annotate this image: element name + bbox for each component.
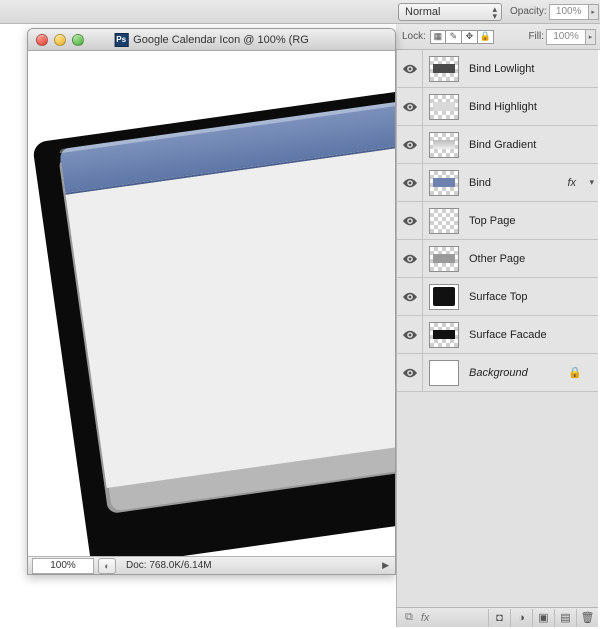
visibility-toggle[interactable] xyxy=(397,164,423,201)
lock-label: Lock: xyxy=(402,31,426,42)
layer-row[interactable]: Bind Gradient xyxy=(397,126,598,164)
fx-icon[interactable]: fx xyxy=(421,612,430,624)
add-mask-button[interactable]: ◘ xyxy=(488,609,510,627)
chevron-down-icon[interactable]: ▾ xyxy=(589,177,594,188)
zoom-field[interactable]: 100% xyxy=(32,558,94,574)
layer-name[interactable]: Bind Lowlight xyxy=(469,63,534,75)
layers-lock-bar: Lock: ▦ ✎ ✥ 🔒 Fill: 100% ▸ xyxy=(396,24,600,50)
layer-thumbnail[interactable] xyxy=(429,132,459,158)
visibility-toggle[interactable] xyxy=(397,50,423,87)
layer-name[interactable]: Surface Facade xyxy=(469,329,547,341)
fill-field[interactable]: 100% xyxy=(546,29,586,45)
layer-row[interactable]: Surface Top xyxy=(397,278,598,316)
layer-row[interactable]: Other Page xyxy=(397,240,598,278)
layer-name[interactable]: Bind Gradient xyxy=(469,139,536,151)
delete-layer-button[interactable]: 🗑 xyxy=(576,609,598,627)
artwork xyxy=(32,82,395,556)
layer-thumbnail[interactable] xyxy=(429,56,459,82)
new-layer-button[interactable]: ▤ xyxy=(554,609,576,627)
visibility-toggle[interactable] xyxy=(397,88,423,125)
document-status-bar: 100% ◐ Doc: 768.0K/6.14M ▶ xyxy=(28,556,395,574)
layer-fx-badge[interactable]: fx xyxy=(567,177,576,189)
status-disclosure-icon[interactable]: ◐ xyxy=(98,558,116,574)
lock-icon: 🔒 xyxy=(568,366,582,379)
document-title-text: Google Calendar Icon @ 100% (RG xyxy=(133,34,309,46)
layer-name[interactable]: Other Page xyxy=(469,253,525,265)
layer-name[interactable]: Background xyxy=(469,367,528,379)
layer-thumbnail[interactable] xyxy=(429,170,459,196)
layers-panel: Bind Lowlight Bind Highlight Bind Gradient… xyxy=(396,50,598,607)
layer-thumbnail[interactable] xyxy=(429,208,459,234)
layer-row[interactable]: Background 🔒 xyxy=(397,354,598,392)
lock-all-button[interactable]: 🔒 xyxy=(478,30,494,44)
blend-mode-value: Normal xyxy=(405,6,440,18)
fill-popup-arrow[interactable]: ▸ xyxy=(586,29,596,45)
layer-thumbnail[interactable] xyxy=(429,246,459,272)
opacity-popup-arrow[interactable]: ▸ xyxy=(589,4,599,20)
visibility-toggle[interactable] xyxy=(397,278,423,315)
lock-position-button[interactable]: ✥ xyxy=(462,30,478,44)
layer-name[interactable]: Bind xyxy=(469,177,491,189)
layer-row[interactable]: Surface Facade xyxy=(397,316,598,354)
lock-pixels-button[interactable]: ✎ xyxy=(446,30,462,44)
layer-row[interactable]: Bind Highlight xyxy=(397,88,598,126)
link-layers-icon[interactable]: ⧉ xyxy=(405,611,413,624)
visibility-toggle[interactable] xyxy=(397,240,423,277)
layer-row[interactable]: Bind fx ▾ xyxy=(397,164,598,202)
layer-name[interactable]: Surface Top xyxy=(469,291,528,303)
visibility-toggle[interactable] xyxy=(397,354,423,391)
visibility-toggle[interactable] xyxy=(397,202,423,239)
lock-transparency-button[interactable]: ▦ xyxy=(430,30,446,44)
layer-row[interactable]: Top Page xyxy=(397,202,598,240)
document-canvas[interactable] xyxy=(28,51,395,556)
adjustment-layer-button[interactable]: ◑ xyxy=(510,609,532,627)
zoom-button[interactable] xyxy=(72,34,84,46)
doc-info: Doc: 768.0K/6.14M xyxy=(126,560,212,571)
blend-mode-select[interactable]: Normal ▴▾ xyxy=(398,3,502,21)
fill-label: Fill: xyxy=(528,31,544,42)
zoom-value: 100% xyxy=(50,560,76,571)
photoshop-icon: Ps xyxy=(114,33,128,47)
chevron-updown-icon: ▴▾ xyxy=(492,6,497,20)
layer-thumbnail[interactable] xyxy=(429,284,459,310)
document-title: Ps Google Calendar Icon @ 100% (RG xyxy=(114,33,309,47)
new-group-button[interactable]: ▣ xyxy=(532,609,554,627)
lock-buttons: ▦ ✎ ✥ 🔒 xyxy=(430,30,494,44)
minimize-button[interactable] xyxy=(54,34,66,46)
layer-thumbnail[interactable] xyxy=(429,360,459,386)
close-button[interactable] xyxy=(36,34,48,46)
layer-thumbnail[interactable] xyxy=(429,94,459,120)
opacity-field[interactable]: 100% xyxy=(549,4,589,20)
visibility-toggle[interactable] xyxy=(397,316,423,353)
layer-name[interactable]: Top Page xyxy=(469,215,515,227)
window-titlebar[interactable]: Ps Google Calendar Icon @ 100% (RG xyxy=(28,29,395,51)
visibility-toggle[interactable] xyxy=(397,126,423,163)
document-window: Ps Google Calendar Icon @ 100% (RG 100% … xyxy=(27,28,396,575)
layers-panel-footer: ⧉ fx ◘ ◑ ▣ ▤ 🗑 xyxy=(396,607,598,627)
options-bar: Normal ▴▾ Opacity: 100% ▸ xyxy=(0,0,600,24)
opacity-label: Opacity: xyxy=(510,6,547,17)
layer-row[interactable]: Bind Lowlight xyxy=(397,50,598,88)
status-menu-arrow[interactable]: ▶ xyxy=(382,560,389,571)
layer-name[interactable]: Bind Highlight xyxy=(469,101,537,113)
layer-thumbnail[interactable] xyxy=(429,322,459,348)
